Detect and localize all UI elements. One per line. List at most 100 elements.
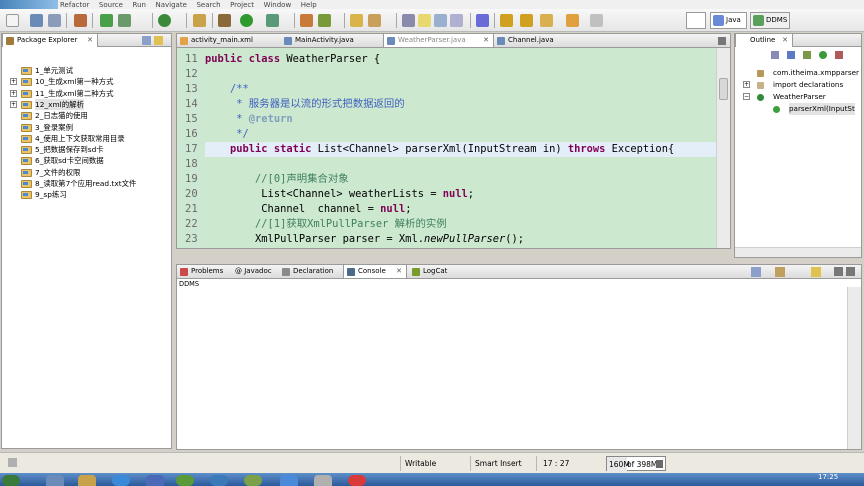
menu-window[interactable]: Window	[264, 1, 292, 9]
tree-item[interactable]: 8_读取第7个应用read.txt文件	[2, 178, 171, 189]
debug-icon[interactable]	[218, 14, 231, 27]
taskbar-app-icon[interactable]	[314, 475, 332, 486]
expand-icon[interactable]: +	[743, 81, 750, 88]
menu-help[interactable]: Help	[301, 1, 317, 9]
tab-activity-main-xml[interactable]: activity_main.xml	[177, 34, 281, 47]
hide-local-types-icon[interactable]	[835, 51, 843, 59]
taskbar-app-icon[interactable]	[112, 475, 130, 486]
tree-item[interactable]: 1_单元测试	[2, 65, 171, 76]
save-all-icon[interactable]	[48, 14, 61, 27]
hide-static-icon[interactable]	[803, 51, 811, 59]
open-type-icon[interactable]	[350, 14, 363, 27]
tab-console[interactable]: Console ✕	[343, 265, 407, 278]
expand-icon[interactable]: +	[10, 78, 17, 86]
taskbar-app-icon[interactable]	[78, 475, 96, 486]
collapse-all-icon[interactable]	[142, 36, 151, 45]
new-console-icon[interactable]	[811, 267, 821, 277]
pointer-icon[interactable]	[476, 14, 489, 27]
ddms-perspective-button[interactable]: DDMS	[750, 12, 790, 29]
tree-item[interactable]: +10_生成xml第一种方式	[2, 76, 171, 87]
minimize-icon[interactable]	[834, 267, 843, 276]
save-icon[interactable]	[30, 14, 43, 27]
taskbar-app-icon[interactable]	[280, 475, 298, 486]
avd-manager-icon[interactable]	[118, 14, 131, 27]
sort-icon[interactable]	[771, 51, 779, 59]
close-icon[interactable]: ✕	[87, 34, 93, 47]
outline-item-class[interactable]: − WeatherParser	[735, 91, 861, 103]
garbage-collect-icon[interactable]	[656, 460, 663, 468]
maximize-icon[interactable]	[846, 267, 855, 276]
next-annotation-icon[interactable]	[500, 14, 513, 27]
tab-weather-parser-java[interactable]: WeatherParser.java ✕	[383, 34, 494, 47]
outline-horizontal-scrollbar[interactable]	[735, 247, 861, 257]
maximize-icon[interactable]	[718, 37, 726, 45]
link-with-editor-icon[interactable]	[154, 36, 163, 45]
collapse-icon[interactable]: −	[743, 93, 750, 100]
start-button-icon[interactable]	[2, 475, 20, 486]
new-package-icon[interactable]	[318, 14, 331, 27]
close-icon[interactable]: ✕	[483, 34, 489, 47]
expand-icon[interactable]: +	[10, 100, 17, 108]
scrollbar-thumb[interactable]	[719, 78, 728, 100]
console-vertical-scrollbar[interactable]	[847, 287, 861, 449]
lint-icon[interactable]	[193, 14, 206, 27]
tab-main-activity-java[interactable]: MainActivity.java	[281, 34, 383, 47]
taskbar-app-icon[interactable]	[176, 475, 194, 486]
run-icon[interactable]	[240, 14, 253, 27]
fast-view-icon[interactable]	[8, 458, 17, 467]
taskbar-app-icon[interactable]	[210, 475, 228, 486]
hide-fields-icon[interactable]	[787, 51, 795, 59]
tree-item[interactable]: 3_登录案例	[2, 122, 171, 133]
menu-navigate[interactable]: Navigate	[156, 1, 187, 9]
back-icon[interactable]	[566, 14, 579, 27]
close-icon[interactable]: ✕	[782, 34, 788, 47]
menu-source[interactable]: Source	[99, 1, 123, 9]
tree-item[interactable]: 6_获取sd卡空间数据	[2, 155, 171, 166]
open-console-icon[interactable]	[775, 267, 785, 277]
android-sdk-icon[interactable]	[100, 14, 113, 27]
tree-item[interactable]: 2_日志猫的使用	[2, 110, 171, 121]
menu-run[interactable]: Run	[133, 1, 146, 9]
forward-icon[interactable]	[590, 14, 603, 27]
last-edit-location-icon[interactable]	[540, 14, 553, 27]
tree-item[interactable]: 9_sp练习	[2, 189, 171, 200]
open-perspective-button[interactable]	[686, 12, 706, 29]
editor-vertical-scrollbar[interactable]	[716, 48, 730, 248]
new-java-project-icon[interactable]	[300, 14, 313, 27]
tree-item[interactable]: +11_生成xml第二种方式	[2, 88, 171, 99]
print-icon[interactable]	[74, 14, 87, 27]
heap-status[interactable]: 160Mof 398M	[606, 456, 666, 472]
external-tools-icon[interactable]	[266, 14, 279, 27]
tab-logcat[interactable]: LogCat	[409, 265, 461, 278]
taskbar-app-icon[interactable]	[244, 475, 262, 486]
taskbar-app-icon[interactable]	[348, 475, 366, 486]
taskbar-app-icon[interactable]	[46, 475, 64, 486]
tree-item[interactable]: 4_使用上下文获取常用目录	[2, 133, 171, 144]
tab-declaration[interactable]: Declaration	[279, 265, 343, 278]
search-icon[interactable]	[368, 14, 381, 27]
expand-icon[interactable]: +	[10, 89, 17, 97]
taskbar-app-icon[interactable]	[146, 475, 164, 486]
tab-package-explorer[interactable]: Package Explorer ✕	[2, 34, 98, 47]
close-icon[interactable]: ✕	[396, 265, 402, 278]
tree-item[interactable]: 5_把数据保存到sd卡	[2, 144, 171, 155]
java-perspective-button[interactable]: Java	[710, 12, 747, 29]
display-console-icon[interactable]	[751, 267, 761, 277]
show-whitespace-icon[interactable]	[450, 14, 463, 27]
tab-outline[interactable]: Outline ✕	[735, 34, 793, 47]
menu-refactor[interactable]: Refactor	[60, 1, 89, 9]
previous-annotation-icon[interactable]	[520, 14, 533, 27]
tab-javadoc[interactable]: @ Javadoc	[231, 265, 279, 278]
tree-item[interactable]: 7_文件的权限	[2, 167, 171, 178]
outline-item-package[interactable]: com.itheima.xmpparser	[735, 67, 861, 79]
outline-item-method[interactable]: parserXml(InputSt	[735, 103, 861, 115]
outline-item-imports[interactable]: + import declarations	[735, 79, 861, 91]
tree-item-selected[interactable]: +12_xml的解析	[2, 98, 171, 110]
code-text-area[interactable]: public class WeatherParser { /** * 服务器是以…	[205, 48, 716, 248]
new-file-icon[interactable]	[6, 14, 19, 27]
tab-problems[interactable]: Problems	[177, 265, 231, 278]
tab-channel-java[interactable]: Channel.java	[494, 34, 584, 47]
menu-project[interactable]: Project	[230, 1, 254, 9]
block-selection-icon[interactable]	[434, 14, 447, 27]
checkmark-icon[interactable]	[158, 14, 171, 27]
